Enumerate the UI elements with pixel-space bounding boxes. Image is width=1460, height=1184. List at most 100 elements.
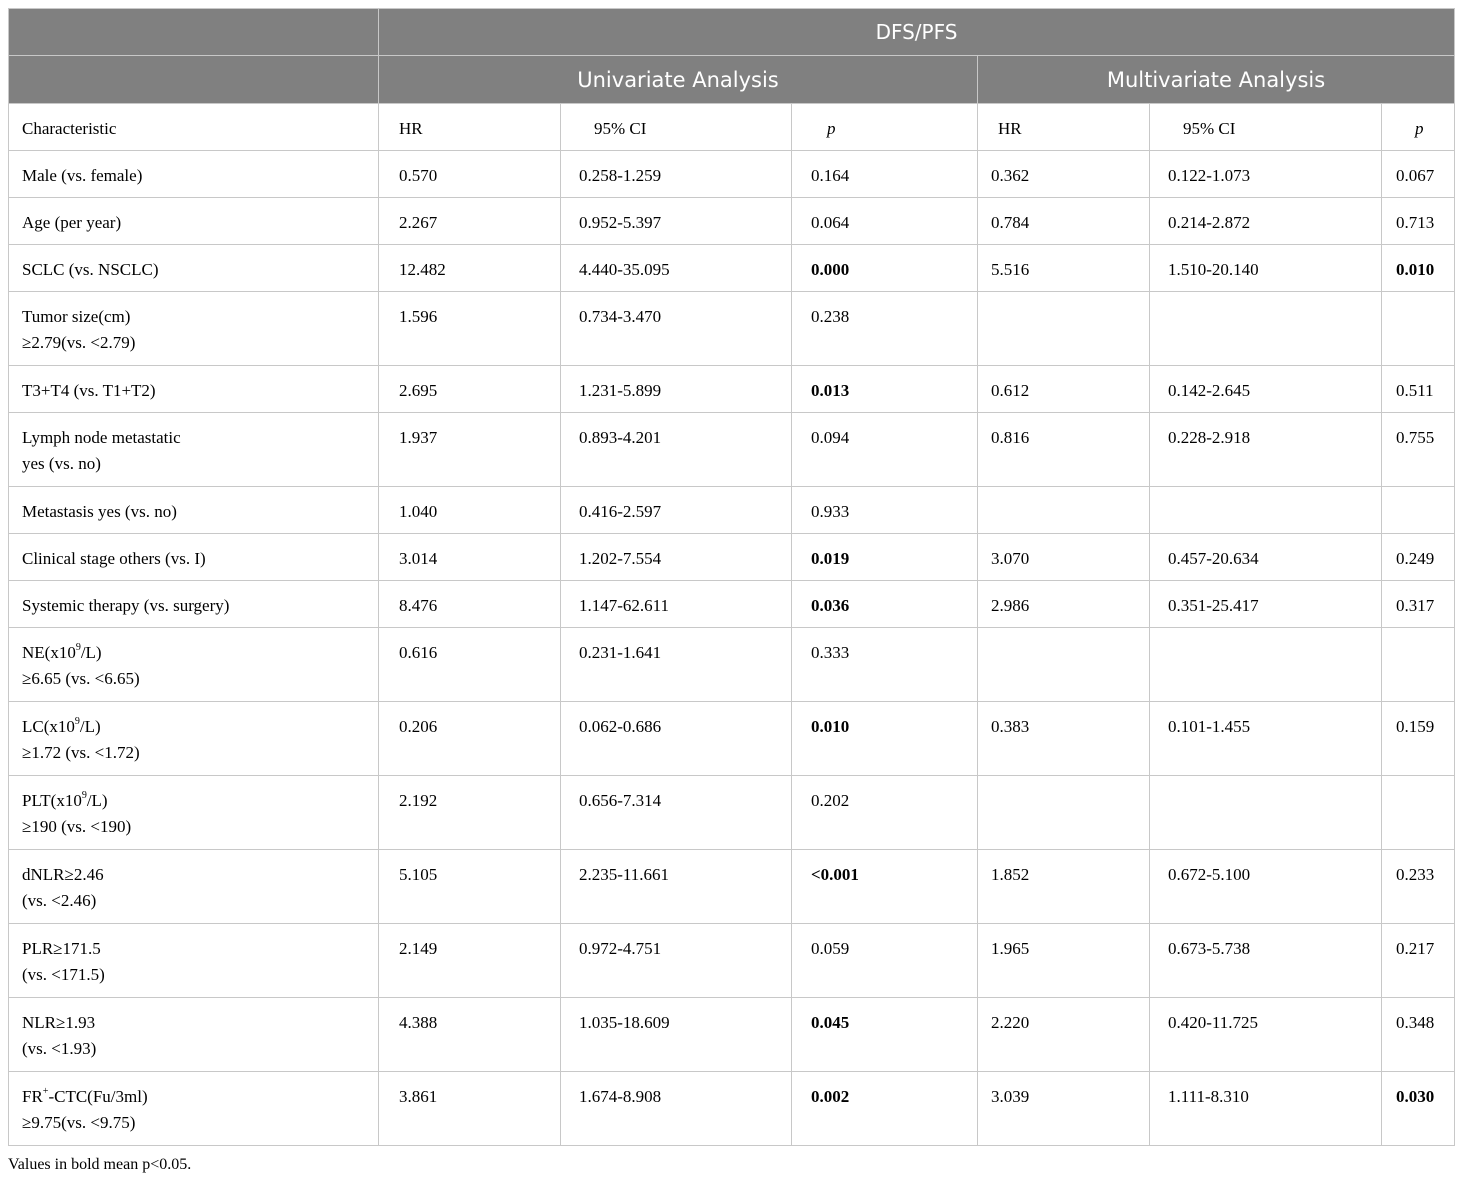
cell-multi-hr — [977, 627, 1150, 702]
row-characteristic: Age (per year) — [8, 197, 379, 245]
cell-multi-hr: 0.362 — [977, 150, 1150, 198]
cell-uni-hr: 0.206 — [378, 701, 561, 776]
cell-multi-p: 0.249 — [1380, 533, 1456, 581]
label-superscript: 9 — [75, 642, 81, 654]
row-characteristic: Clinical stage others (vs. I) — [8, 533, 379, 581]
cell-multi-hr: 2.986 — [977, 580, 1150, 628]
cell-multi-ci: 0.228-2.918 — [1149, 412, 1382, 487]
label-line-1: Age (per year) — [22, 213, 122, 232]
cell-multi-ci — [1149, 291, 1382, 366]
row-characteristic: PLT(x109/L) ≥190 (vs. <190) — [8, 775, 379, 850]
label-line-1: T3+T4 (vs. T1+T2) — [22, 381, 156, 400]
cell-multi-ci — [1149, 775, 1382, 850]
col-multi-ci: 95% CI — [1149, 103, 1382, 151]
cell-multi-hr: 2.220 — [977, 997, 1150, 1072]
cell-uni-ci: 0.656-7.314 — [560, 775, 792, 850]
cell-multi-p: 0.317 — [1380, 580, 1456, 628]
cell-uni-p: 0.019 — [791, 533, 978, 581]
cell-multi-ci: 0.457-20.634 — [1149, 533, 1382, 581]
row-characteristic: Lymph node metastatic yes (vs. no) — [8, 412, 379, 487]
cell-uni-ci: 0.416-2.597 — [560, 486, 792, 534]
label-line-1: Systemic therapy (vs. surgery) — [22, 596, 230, 615]
table-row: FR+-CTC(Fu/3ml) ≥9.75(vs. <9.75) 3.861 1.67… — [8, 1071, 1456, 1146]
cell-uni-hr: 4.388 — [378, 997, 561, 1072]
cell-uni-p: 0.045 — [791, 997, 978, 1072]
label-line-2: ≥2.79(vs. <2.79) — [22, 333, 136, 352]
header-row-group: DFS/PFS — [8, 8, 1456, 56]
column-header-row: Characteristic HR 95% CI p HR 95% CI p — [8, 103, 1456, 151]
cell-multi-hr: 1.965 — [977, 923, 1150, 998]
cell-multi-ci: 0.214-2.872 — [1149, 197, 1382, 245]
cell-multi-ci — [1149, 486, 1382, 534]
cell-multi-hr: 0.612 — [977, 365, 1150, 413]
cell-uni-p: 0.036 — [791, 580, 978, 628]
label-text: /L) — [80, 643, 102, 662]
cell-multi-p — [1380, 486, 1456, 534]
table-row: SCLC (vs. NSCLC) 12.482 4.440-35.095 0.000 5… — [8, 244, 1456, 292]
table-row: dNLR≥2.46 (vs. <2.46) 5.105 2.235-11.661 <0.… — [8, 849, 1456, 924]
cell-multi-hr — [977, 291, 1150, 366]
cell-multi-ci: 0.420-11.725 — [1149, 997, 1382, 1072]
table-row: Age (per year) 2.267 0.952-5.397 0.064 0.784… — [8, 197, 1456, 245]
cell-uni-p: 0.002 — [791, 1071, 978, 1146]
cell-uni-p: 0.010 — [791, 701, 978, 776]
table-row: Metastasis yes (vs. no) 1.040 0.416-2.597 0… — [8, 486, 1456, 534]
label-line-1: SCLC (vs. NSCLC) — [22, 260, 159, 279]
cell-uni-hr: 3.014 — [378, 533, 561, 581]
cell-uni-ci: 1.202-7.554 — [560, 533, 792, 581]
label-text: LC(x10 — [22, 717, 75, 736]
cell-multi-p — [1380, 627, 1456, 702]
cell-multi-hr: 0.383 — [977, 701, 1150, 776]
label-line-1: Metastasis yes (vs. no) — [22, 502, 177, 521]
cell-uni-hr: 8.476 — [378, 580, 561, 628]
cell-uni-hr: 12.482 — [378, 244, 561, 292]
cell-multi-hr: 3.039 — [977, 1071, 1150, 1146]
cell-uni-ci: 0.062-0.686 — [560, 701, 792, 776]
label-line-1: PLR≥171.5 — [22, 939, 101, 958]
cell-multi-ci: 0.142-2.645 — [1149, 365, 1382, 413]
cell-multi-ci: 1.111-8.310 — [1149, 1071, 1382, 1146]
cell-uni-p: 0.933 — [791, 486, 978, 534]
table-row: Clinical stage others (vs. I) 3.014 1.202-… — [8, 533, 1456, 581]
cell-uni-ci: 0.952-5.397 — [560, 197, 792, 245]
cell-uni-hr: 0.616 — [378, 627, 561, 702]
cell-multi-p: 0.030 — [1380, 1071, 1456, 1146]
cell-uni-hr: 2.695 — [378, 365, 561, 413]
header-empty-cell — [8, 8, 379, 56]
cell-uni-hr: 1.937 — [378, 412, 561, 487]
cell-multi-ci — [1149, 627, 1382, 702]
label-line-1: Tumor size(cm) — [22, 307, 131, 326]
row-characteristic: Tumor size(cm) ≥2.79(vs. <2.79) — [8, 291, 379, 366]
cell-uni-p: 0.238 — [791, 291, 978, 366]
row-characteristic: Systemic therapy (vs. surgery) — [8, 580, 379, 628]
header-row-analysis: Univariate Analysis Multivariate Analysi… — [8, 55, 1456, 104]
label-line-2: (vs. <2.46) — [22, 891, 97, 910]
cell-uni-hr: 2.149 — [378, 923, 561, 998]
label-line-1: dNLR≥2.46 — [22, 865, 104, 884]
cell-multi-p: 0.755 — [1380, 412, 1456, 487]
col-characteristic: Characteristic — [8, 103, 379, 151]
header-univariate: Univariate Analysis — [378, 55, 978, 104]
cell-multi-p: 0.159 — [1380, 701, 1456, 776]
label-line-1: NLR≥1.93 — [22, 1013, 96, 1032]
label-line-1: Male (vs. female) — [22, 166, 143, 185]
label-text: -CTC(Fu/3ml) — [48, 1087, 148, 1106]
cell-uni-p: 0.164 — [791, 150, 978, 198]
col-uni-hr: HR — [378, 103, 561, 151]
cox-regression-table: DFS/PFS Univariate Analysis Multivariate… — [8, 8, 1456, 1146]
cell-uni-p: <0.001 — [791, 849, 978, 924]
cell-uni-p: 0.202 — [791, 775, 978, 850]
label-line-2: ≥6.65 (vs. <6.65) — [22, 669, 140, 688]
label-superscript: + — [42, 1086, 49, 1098]
cell-multi-p: 0.713 — [1380, 197, 1456, 245]
cell-uni-p: 0.013 — [791, 365, 978, 413]
cell-uni-ci: 1.035-18.609 — [560, 997, 792, 1072]
cell-uni-p: 0.064 — [791, 197, 978, 245]
label-line-2: ≥190 (vs. <190) — [22, 817, 132, 836]
label-text: /L) — [79, 717, 101, 736]
cell-multi-p — [1380, 775, 1456, 850]
cell-uni-p: 0.333 — [791, 627, 978, 702]
col-multi-hr: HR — [977, 103, 1150, 151]
cell-uni-ci: 1.147-62.611 — [560, 580, 792, 628]
cell-uni-ci: 1.231-5.899 — [560, 365, 792, 413]
